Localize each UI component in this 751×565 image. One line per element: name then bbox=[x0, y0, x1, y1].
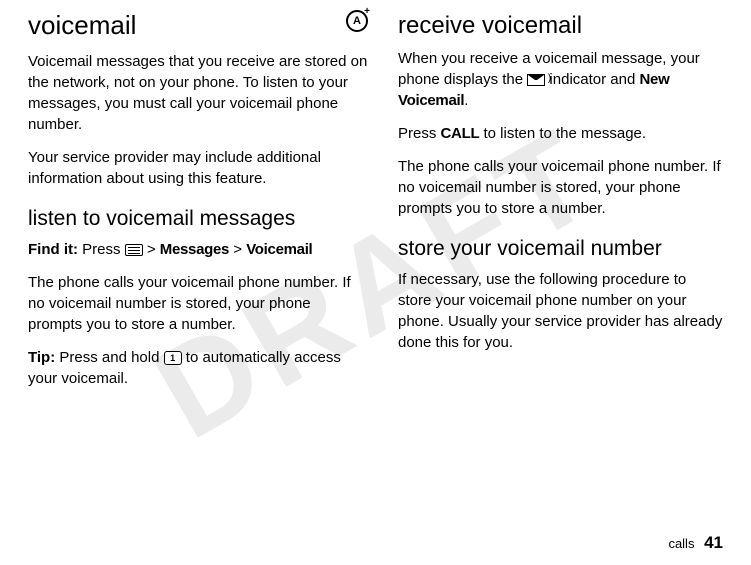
voicemail-provider-paragraph: Your service provider may include additi… bbox=[28, 147, 368, 189]
tip-text-a: Press and hold bbox=[55, 349, 163, 366]
receive-p2c: to listen to the message. bbox=[479, 125, 646, 142]
feature-icon: A bbox=[346, 10, 368, 32]
tip-paragraph: Tip: Press and hold 1 to automatically a… bbox=[28, 347, 368, 389]
find-it-line: Find it: Press > Messages > Voicemail bbox=[28, 239, 368, 260]
listen-paragraph: The phone calls your voicemail phone num… bbox=[28, 272, 368, 335]
footer-section: calls bbox=[668, 536, 694, 551]
store-heading: store your voicemail number bbox=[398, 237, 723, 261]
receive-p1b: indicator and bbox=[545, 71, 639, 88]
find-it-gt1: > bbox=[143, 241, 160, 258]
voicemail-intro-paragraph: Voicemail messages that you receive are … bbox=[28, 51, 368, 135]
call-button-label: CALL bbox=[441, 125, 480, 142]
find-it-press: Press bbox=[78, 241, 125, 258]
receive-p1d: . bbox=[464, 92, 468, 109]
receive-p2a: Press bbox=[398, 125, 441, 142]
page-content: voicemail A Voicemail messages that you … bbox=[0, 0, 751, 401]
receive-paragraph-3: The phone calls your voicemail phone num… bbox=[398, 156, 723, 219]
voicemail-menu-label: Voicemail bbox=[246, 241, 312, 258]
find-it-label: Find it: bbox=[28, 241, 78, 258]
voicemail-indicator-icon bbox=[527, 74, 545, 86]
tip-label: Tip: bbox=[28, 349, 55, 366]
listen-heading: listen to voicemail messages bbox=[28, 207, 368, 231]
page-footer: calls 41 bbox=[668, 533, 723, 553]
right-column: receive voicemail When you receive a voi… bbox=[398, 10, 723, 401]
receive-paragraph-2: Press CALL to listen to the message. bbox=[398, 123, 723, 144]
receive-heading: receive voicemail bbox=[398, 12, 723, 40]
store-paragraph: If necessary, use the following procedur… bbox=[398, 269, 723, 353]
key-1-icon: 1 bbox=[164, 351, 182, 365]
messages-label: Messages bbox=[160, 241, 229, 258]
receive-paragraph-1: When you receive a voicemail message, yo… bbox=[398, 48, 723, 111]
find-it-gt2: > bbox=[229, 241, 246, 258]
page-number: 41 bbox=[704, 533, 723, 552]
voicemail-heading: voicemail bbox=[28, 10, 136, 41]
menu-key-icon bbox=[125, 244, 143, 256]
left-column: voicemail A Voicemail messages that you … bbox=[28, 10, 368, 401]
